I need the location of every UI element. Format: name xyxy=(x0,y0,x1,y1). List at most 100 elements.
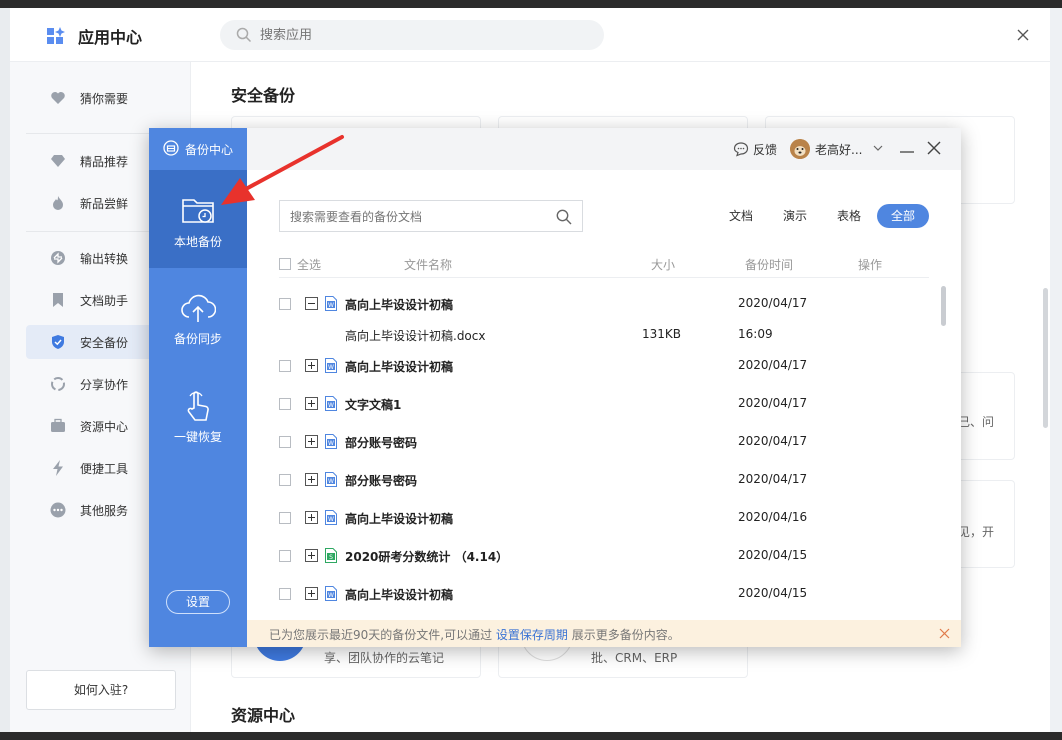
nav-local-backup-label: 本地备份 xyxy=(173,235,222,249)
row-checkbox[interactable] xyxy=(279,512,291,524)
section-title-security: 安全备份 xyxy=(231,86,296,105)
expand-icon[interactable] xyxy=(305,549,318,562)
filter-slides[interactable]: 演示 xyxy=(777,204,813,228)
expand-icon[interactable] xyxy=(305,397,318,410)
main-scrollbar[interactable] xyxy=(1043,288,1048,428)
row-checkbox[interactable] xyxy=(279,474,291,486)
close-icon[interactable] xyxy=(927,141,941,155)
table-scrollbar[interactable] xyxy=(941,286,946,326)
backup-search-input[interactable] xyxy=(290,207,540,227)
feedback-button[interactable]: 反馈 xyxy=(753,141,777,158)
row-file-name: 部分账号密码 xyxy=(345,436,418,450)
join-button[interactable]: 如何入驻? xyxy=(26,670,176,710)
row-checkbox[interactable] xyxy=(279,550,291,562)
row-backup-time: 16:09 xyxy=(738,327,773,341)
table-header: 全选 文件名称 大小 备份时间 操作 xyxy=(279,252,929,278)
filter-all[interactable]: 全部 xyxy=(877,204,929,228)
desktop-top-edge xyxy=(0,0,1062,8)
nav-backup-sync-label: 备份同步 xyxy=(173,332,222,346)
expand-icon[interactable] xyxy=(305,435,318,448)
backup-brand-label: 备份中心 xyxy=(185,143,234,157)
avatar-dog-icon xyxy=(790,139,810,159)
row-file-name: 高向上毕设设计初稿 xyxy=(345,298,454,312)
filter-sheets[interactable]: 表格 xyxy=(831,204,867,228)
row-file-name: 部分账号密码 xyxy=(345,474,418,488)
word-file-icon: W xyxy=(325,296,337,311)
close-icon[interactable] xyxy=(939,628,950,639)
table-row[interactable]: W 高向上毕设设计初稿 2020/04/15 xyxy=(279,576,929,614)
row-backup-time: 2020/04/17 xyxy=(738,396,808,410)
row-checkbox[interactable] xyxy=(279,436,291,448)
heart-icon xyxy=(51,92,65,104)
sidebar-item-label: 精品推荐 xyxy=(80,155,129,169)
row-backup-time: 2020/04/15 xyxy=(738,548,808,562)
lightning-icon xyxy=(53,460,63,476)
row-checkbox[interactable] xyxy=(279,398,291,410)
feedback-icon[interactable] xyxy=(733,141,749,157)
row-checkbox[interactable] xyxy=(279,360,291,372)
backup-titlebar: 反馈 老高好... xyxy=(247,128,961,170)
hand-pointer-icon xyxy=(187,391,209,421)
settings-button[interactable]: 设置 xyxy=(166,590,230,614)
retention-period-link[interactable]: 设置保存周期 xyxy=(496,628,568,642)
sidebar-item-label: 其他服务 xyxy=(80,504,129,518)
notice-text: 已为您展示最近90天的备份文件,可以通过 设置保存周期 展示更多备份内容。 xyxy=(269,626,680,643)
nav-local-backup[interactable]: 本地备份 xyxy=(149,170,247,268)
user-name[interactable]: 老高好... xyxy=(815,141,862,158)
avatar[interactable] xyxy=(790,139,810,159)
expand-icon[interactable] xyxy=(305,473,318,486)
row-backup-time: 2020/04/17 xyxy=(738,472,808,486)
backup-search[interactable] xyxy=(279,200,583,232)
row-file-name: 文字文稿1 xyxy=(345,398,402,412)
nav-one-click-restore[interactable]: 一键恢复 xyxy=(149,366,247,464)
sidebar-item-guess[interactable]: 猜你需要 xyxy=(26,81,176,115)
notice-pre: 已为您展示最近90天的备份文件,可以通过 xyxy=(269,628,493,642)
row-checkbox[interactable] xyxy=(279,588,291,600)
table-row[interactable]: W 部分账号密码 2020/04/17 xyxy=(279,462,929,500)
table-row[interactable]: W 高向上毕设设计初稿 2020/04/17 xyxy=(279,348,929,386)
expand-icon[interactable] xyxy=(305,587,318,600)
row-file-size: 131KB xyxy=(642,327,682,341)
app-card-desc: 享、团队协作的云笔记 xyxy=(324,651,445,665)
row-file-name: 高向上毕设设计初稿 xyxy=(345,588,454,602)
sidebar-item-label: 资源中心 xyxy=(80,420,129,434)
chevron-down-icon[interactable] xyxy=(873,144,883,152)
svg-text:W: W xyxy=(328,364,334,371)
sidebar-item-label: 文档助手 xyxy=(80,294,129,308)
search-icon xyxy=(236,27,252,43)
sidebar-item-label: 便捷工具 xyxy=(80,462,129,476)
row-backup-time: 2020/04/15 xyxy=(738,586,808,600)
nav-backup-sync[interactable]: 备份同步 xyxy=(149,268,247,366)
select-all-checkbox[interactable] xyxy=(279,258,291,270)
collapse-icon[interactable] xyxy=(305,297,318,310)
cloud-upload-icon xyxy=(181,294,216,322)
app-search[interactable] xyxy=(220,20,604,50)
expand-icon[interactable] xyxy=(305,359,318,372)
app-grid-icon xyxy=(47,27,65,44)
minimize-icon[interactable] xyxy=(899,140,915,156)
sidebar-item-label: 安全备份 xyxy=(80,336,129,350)
expand-icon[interactable] xyxy=(305,511,318,524)
bookmark-icon xyxy=(53,293,63,307)
folder-clock-icon xyxy=(182,199,214,223)
filter-docs[interactable]: 文档 xyxy=(723,204,759,228)
table-row[interactable]: W 高向上毕设设计初稿 2020/04/16 xyxy=(279,500,929,538)
select-all-label[interactable]: 全选 xyxy=(297,256,321,273)
sheet-file-icon: S xyxy=(325,548,337,563)
diamond-icon xyxy=(51,155,65,167)
row-file-name: 高向上毕设设计初稿.docx xyxy=(345,329,486,343)
table-row[interactable]: W 部分账号密码 2020/04/17 xyxy=(279,424,929,462)
search-icon[interactable] xyxy=(556,209,572,225)
word-file-icon: W xyxy=(325,434,337,449)
table-row[interactable]: W 文字文稿1 2020/04/17 xyxy=(279,386,929,424)
app-card-desc: 见，开 xyxy=(958,525,995,539)
row-checkbox[interactable] xyxy=(279,298,291,310)
notice-post: 展示更多备份内容。 xyxy=(571,628,680,642)
app-search-input[interactable] xyxy=(260,24,590,46)
close-icon[interactable] xyxy=(1016,28,1030,42)
word-file-icon: W xyxy=(325,510,337,525)
nav-one-click-restore-label: 一键恢复 xyxy=(173,430,222,444)
svg-text:W: W xyxy=(328,516,334,523)
column-name: 文件名称 xyxy=(404,258,453,272)
table-row[interactable]: S 2020研考分数统计 （4.14） 2020/04/15 xyxy=(279,538,929,576)
